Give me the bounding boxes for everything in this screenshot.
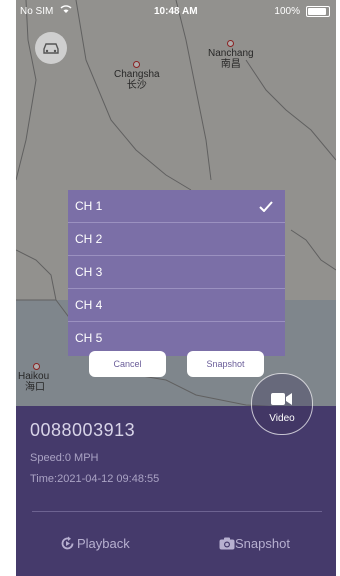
video-button[interactable]: Video — [251, 373, 313, 435]
status-bar: No SIM 10:48 AM 100% — [16, 0, 336, 22]
playback-icon — [61, 536, 74, 550]
carrier-label: No SIM — [20, 6, 54, 17]
channel-item-ch1[interactable]: CH 1 — [68, 190, 285, 223]
time-text: Time:2021-04-12 09:48:55 — [30, 473, 160, 485]
cancel-button[interactable]: Cancel — [89, 351, 166, 377]
video-camera-icon — [271, 392, 293, 409]
snapshot-button[interactable]: Snapshot — [219, 536, 290, 551]
car-icon — [43, 43, 59, 54]
checkmark-icon — [259, 190, 273, 223]
playback-button[interactable]: Playback — [60, 536, 130, 551]
vehicle-button[interactable] — [35, 32, 67, 64]
channel-item-ch3[interactable]: CH 3 — [68, 256, 285, 289]
battery-icon — [306, 6, 330, 17]
camera-icon — [219, 537, 235, 550]
video-label: Video — [269, 413, 295, 424]
speed-text: Speed:0 MPH — [30, 452, 99, 464]
status-time: 10:48 AM — [154, 6, 198, 17]
app-screen: Nanchang 南昌 Changsha 长沙 Haikou 海口 No SIM… — [16, 0, 336, 576]
channel-dropdown: CH 1 CH 2 CH 3 CH 4 CH 5 — [68, 190, 285, 356]
battery-percent: 100% — [274, 6, 300, 17]
snapshot-dialog-button[interactable]: Snapshot — [187, 351, 264, 377]
divider — [32, 511, 322, 512]
device-id: 0088003913 — [30, 420, 136, 440]
wifi-icon — [60, 4, 72, 17]
channel-item-ch4[interactable]: CH 4 — [68, 289, 285, 322]
channel-item-ch2[interactable]: CH 2 — [68, 223, 285, 256]
